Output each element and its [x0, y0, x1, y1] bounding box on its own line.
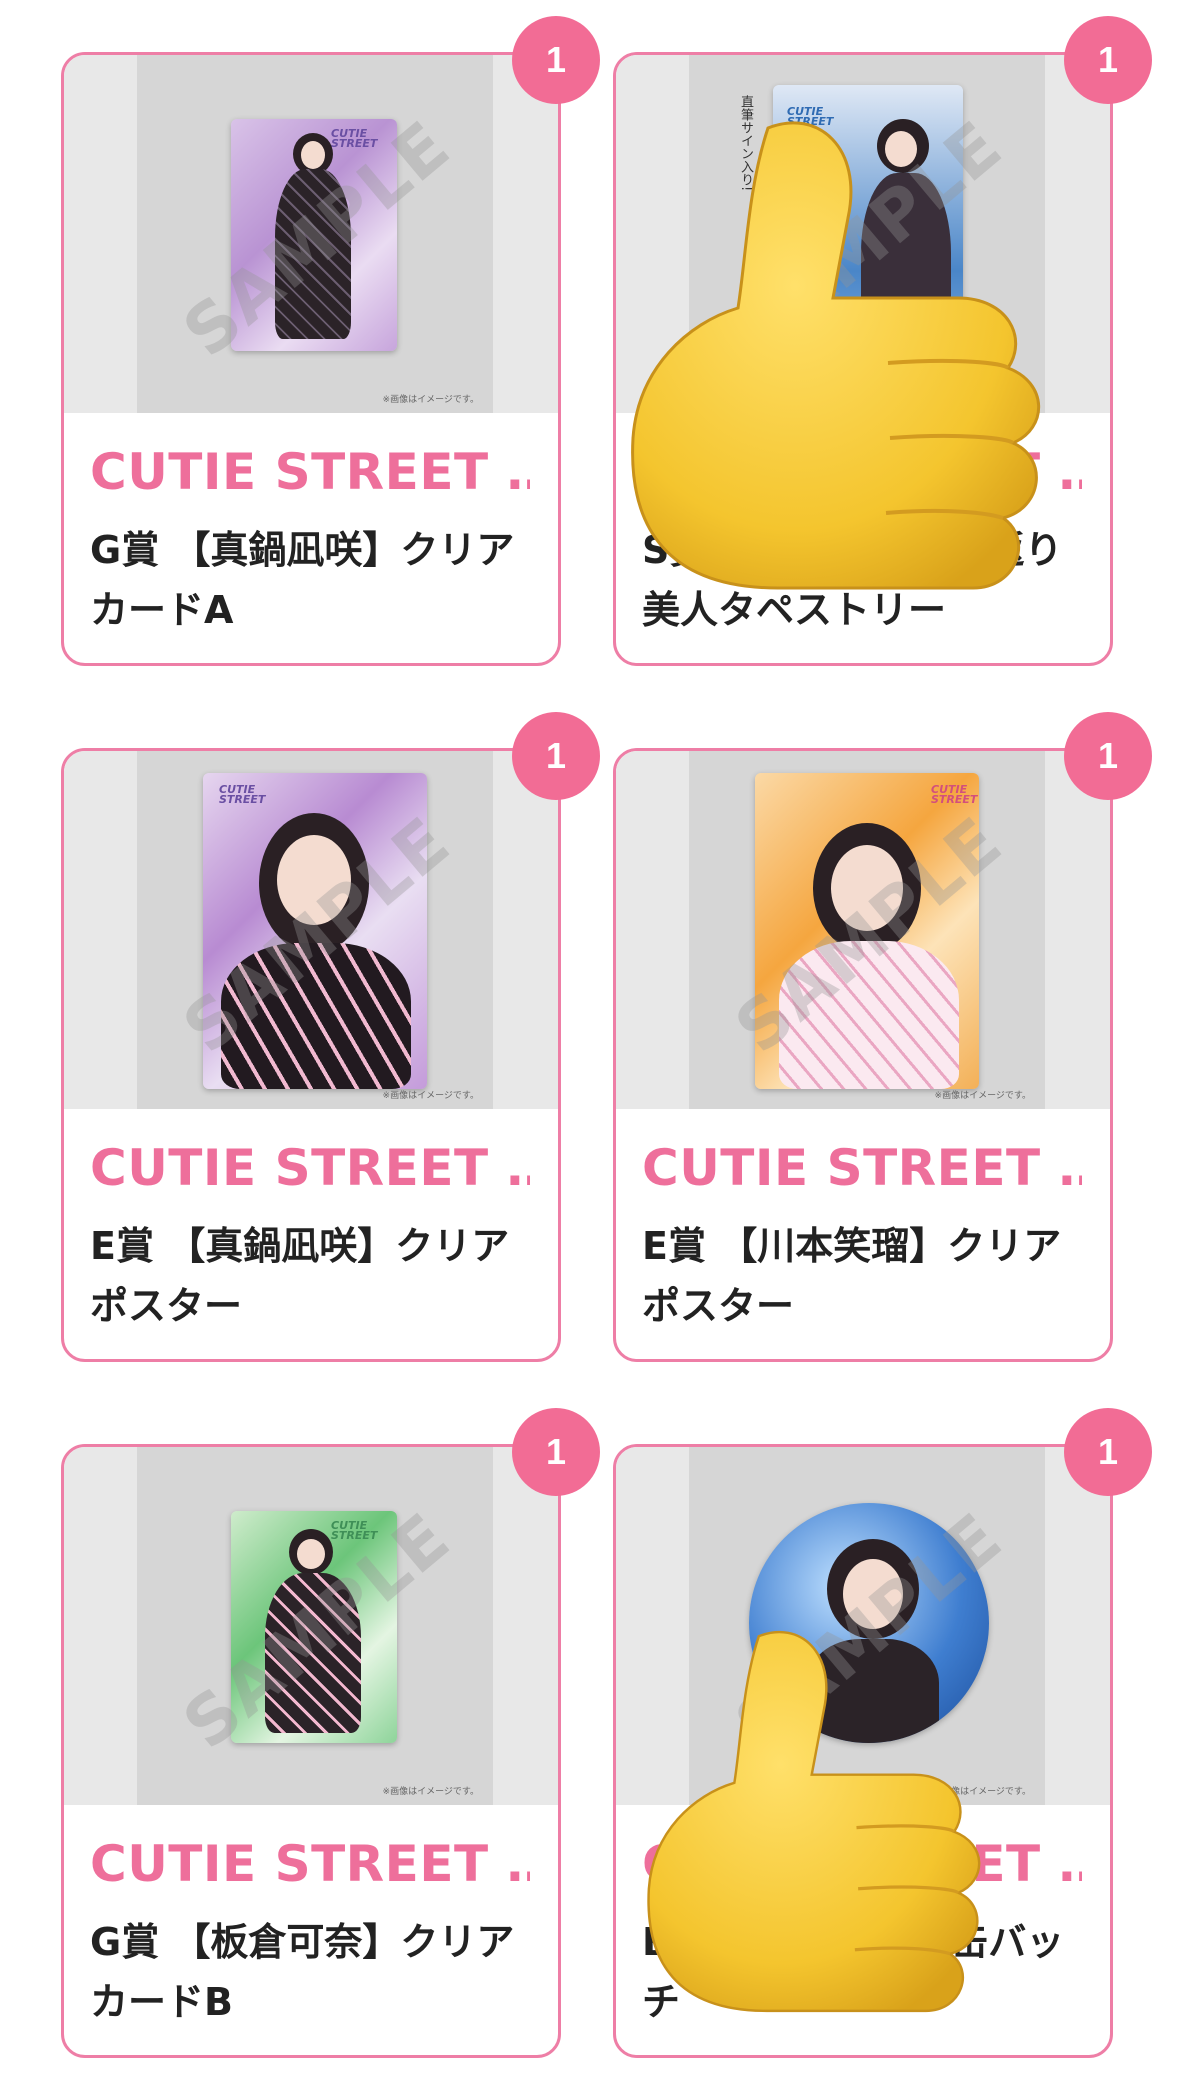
- product-title: G賞 【真鍋凪咲】クリアカードA: [90, 528, 515, 632]
- quantity-badge: 1: [1064, 1408, 1152, 1496]
- brand-name: CUTIE STREET …: [90, 1835, 530, 1893]
- product-image[interactable]: CUTIE STREET SAMPLE ※画像はイメージです。: [64, 55, 558, 413]
- image-note: ※画像はイメージです。: [382, 395, 479, 405]
- quantity-badge: 1: [512, 1408, 600, 1496]
- image-note: ※画像はイメージです。: [934, 395, 1031, 405]
- product-card[interactable]: SAMPLE ※画像はイメージです。 CUTIE STREET … B賞 【増田…: [613, 1444, 1113, 2058]
- product-image[interactable]: CUTIE STREET SAMPLE ※画像はイメージです。: [64, 1447, 558, 1805]
- image-note: ※画像はイメージです。: [934, 1787, 1031, 1797]
- quantity-badge: 1: [512, 712, 600, 800]
- brand-name: CUTIE STREET …: [90, 443, 530, 501]
- brand-name: CUTIE STREET …: [642, 1835, 1082, 1893]
- product-card[interactable]: 直筆サイン入り! CUTIE STREET SAMPLE ※画像はイメージです。 …: [613, 52, 1113, 666]
- product-title: G賞 【板倉可奈】クリアカードB: [90, 1920, 515, 2024]
- product-title: B賞 【増田彩乃】缶バッチ: [642, 1920, 1065, 2024]
- product-title: E賞 【真鍋凪咲】クリアポスター: [90, 1224, 510, 1328]
- image-note: ※画像はイメージです。: [382, 1787, 479, 1797]
- product-card[interactable]: CUTIE STREET SAMPLE ※画像はイメージです。 CUTIE STR…: [613, 748, 1113, 1362]
- product-image[interactable]: CUTIE STREET SAMPLE ※画像はイメージです。: [616, 751, 1110, 1109]
- product-card[interactable]: CUTIE STREET SAMPLE ※画像はイメージです。 CUTIE STR…: [61, 748, 561, 1362]
- product-image[interactable]: SAMPLE ※画像はイメージです。: [616, 1447, 1110, 1805]
- quantity-badge: 1: [512, 16, 600, 104]
- brand-name: CUTIE STREET …: [90, 1139, 530, 1197]
- quantity-badge: 1: [1064, 712, 1152, 800]
- sign-tag: 直筆サイン入り!: [738, 95, 753, 192]
- logo: CUTIE STREET: [931, 783, 978, 806]
- logo: CUTIE STREET: [219, 783, 266, 806]
- product-title: E賞 【川本笑瑠】クリアポスター: [642, 1224, 1062, 1328]
- product-image[interactable]: CUTIE STREET SAMPLE ※画像はイメージです。: [64, 751, 558, 1109]
- product-title: S賞 【増田彩乃】見返り美人タペストリー: [642, 528, 1063, 632]
- brand-name: CUTIE STREET …: [642, 443, 1082, 501]
- quantity-badge: 1: [1064, 16, 1152, 104]
- product-card[interactable]: CUTIE STREET SAMPLE ※画像はイメージです。 CUTIE STR…: [61, 52, 561, 666]
- logo: CUTIE STREET: [787, 105, 834, 128]
- product-card[interactable]: CUTIE STREET SAMPLE ※画像はイメージです。 CUTIE STR…: [61, 1444, 561, 2058]
- image-note: ※画像はイメージです。: [934, 1091, 1031, 1101]
- image-note: ※画像はイメージです。: [382, 1091, 479, 1101]
- brand-name: CUTIE STREET …: [642, 1139, 1082, 1197]
- product-image[interactable]: 直筆サイン入り! CUTIE STREET SAMPLE ※画像はイメージです。: [616, 55, 1110, 413]
